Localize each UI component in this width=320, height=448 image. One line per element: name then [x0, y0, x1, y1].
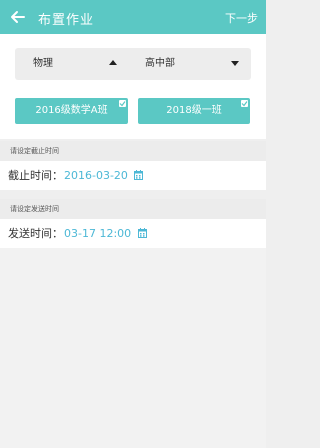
caret-down-icon[interactable] [231, 61, 239, 66]
app-header: 布置作业 下一步 [0, 0, 266, 34]
caret-up-icon[interactable] [109, 60, 117, 65]
deadline-section-label: 请设定截止时间 [0, 141, 266, 161]
empty-content-area [0, 248, 266, 448]
checkbox-checked-icon[interactable] [241, 100, 248, 107]
subject-select[interactable]: 物理 [33, 48, 53, 80]
class-option-1[interactable]: 2016级数学A班 [15, 98, 128, 124]
grade-select[interactable]: 高中部 [145, 48, 175, 80]
class-option-label: 2016级数学A班 [35, 105, 108, 116]
class-option-label: 2018级一班 [166, 105, 222, 116]
deadline-value[interactable]: 2016-03-20 [64, 169, 128, 182]
filter-selector-bar: 物理 高中部 [15, 48, 251, 80]
checkbox-checked-icon[interactable] [119, 100, 126, 107]
class-option-2[interactable]: 2018级一班 [138, 98, 250, 124]
send-time-section-label: 请设定发送时间 [0, 199, 266, 219]
send-time-value[interactable]: 03-17 12:00 [64, 227, 131, 240]
next-step-button[interactable]: 下一步 [225, 10, 258, 26]
page-title: 布置作业 [38, 13, 95, 28]
calendar-icon[interactable] [134, 170, 144, 180]
calendar-icon[interactable] [137, 228, 147, 238]
back-arrow-icon[interactable] [8, 7, 28, 27]
deadline-row[interactable]: 截止时间：2016-03-20 [0, 161, 266, 190]
send-time-key: 发送时间： [8, 227, 63, 240]
deadline-key: 截止时间： [8, 169, 63, 182]
filter-panel: 物理 高中部 2016级数学A班 2018级一班 [0, 34, 266, 139]
send-time-row[interactable]: 发送时间：03-17 12:00 [0, 219, 266, 248]
